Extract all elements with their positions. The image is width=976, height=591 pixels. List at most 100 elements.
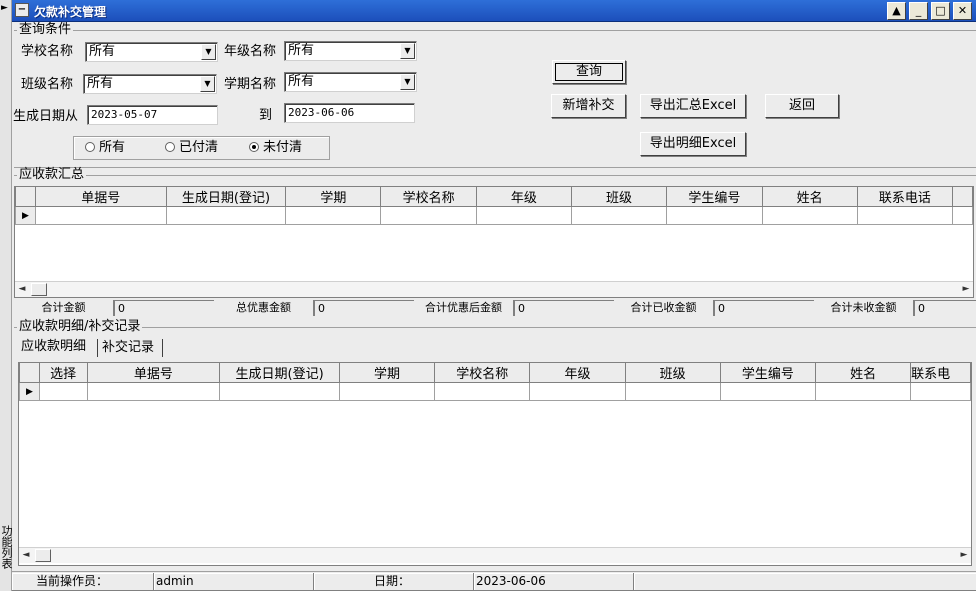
table-cell[interactable] (719, 382, 817, 401)
left-side-panel[interactable]: ► 功能列表 (0, 0, 13, 591)
back-button[interactable]: 返回 (765, 94, 839, 118)
window-title: 欠款补交管理 (34, 5, 107, 19)
scroll-right-icon[interactable]: ► (957, 548, 971, 563)
table-cell[interactable] (34, 206, 167, 225)
row-pointer-icon[interactable]: ▶ (15, 206, 36, 225)
table-cell[interactable] (219, 382, 340, 401)
table-cell[interactable] (86, 382, 221, 401)
column-header[interactable]: 单据号 (34, 187, 167, 207)
column-header[interactable]: 生成日期(登记) (219, 363, 340, 383)
column-header[interactable]: 年级 (529, 363, 626, 383)
grade-select-value: 所有 (288, 43, 315, 58)
chevron-down-icon[interactable]: ▼ (400, 43, 415, 59)
table-cell[interactable] (380, 206, 477, 225)
table-cell[interactable] (165, 206, 287, 225)
column-header[interactable]: 选择 (38, 363, 88, 383)
table-cell[interactable] (856, 206, 954, 225)
row-pointer-icon[interactable]: ▶ (19, 382, 40, 401)
scroll-right-icon[interactable]: ► (959, 282, 973, 297)
column-header[interactable]: 学校名称 (380, 187, 477, 207)
column-header[interactable]: 生成日期(登记) (165, 187, 287, 207)
table-cell[interactable] (952, 206, 973, 225)
query-button[interactable]: 查询 (552, 60, 626, 84)
maximize-button[interactable]: □ (931, 2, 950, 20)
tab-separator (162, 339, 163, 357)
export-detail-excel-button[interactable]: 导出明细Excel (640, 132, 746, 156)
chevron-down-icon[interactable]: ▼ (400, 74, 415, 90)
table-cell[interactable] (624, 382, 721, 401)
totals-bar: 合计金额 0 总优惠金额 0 合计优惠后金额 0 合计已收金额 0 合计未收金额… (14, 300, 976, 318)
column-header[interactable]: 学生编号 (719, 363, 817, 383)
scroll-left-icon[interactable]: ◄ (15, 282, 29, 297)
chevron-down-icon[interactable]: ▼ (200, 76, 215, 92)
school-select-value: 所有 (89, 44, 116, 59)
column-header[interactable]: 学生编号 (666, 187, 763, 207)
table-cell[interactable] (529, 382, 626, 401)
detail-grid-header: 选择 单据号 生成日期(登记) 学期 学校名称 年级 班级 学生编号 姓名 联系… (19, 363, 971, 383)
expand-arrow-icon[interactable]: ► (1, 3, 8, 13)
add-payment-button[interactable]: 新增补交 (551, 94, 626, 118)
summary-grid[interactable]: 单据号 生成日期(登记) 学期 学校名称 年级 班级 学生编号 姓名 联系电话 … (14, 186, 974, 298)
table-cell[interactable] (666, 206, 763, 225)
date-to-input[interactable]: 2023-06-06 (284, 103, 415, 123)
column-header[interactable]: 班级 (624, 363, 721, 383)
column-header[interactable]: 学校名称 (433, 363, 531, 383)
term-select[interactable]: 所有 ▼ (284, 72, 417, 92)
radio-all-dot (85, 142, 95, 152)
side-panel-label[interactable]: 功能列表 (0, 525, 13, 569)
scroll-left-icon[interactable]: ◄ (19, 548, 33, 563)
total-after-discount-label: 合计优惠后金额 (414, 300, 514, 316)
date-from-label: 生成日期从 (13, 109, 79, 124)
table-cell[interactable] (570, 206, 668, 225)
table-cell[interactable] (815, 382, 912, 401)
scroll-thumb[interactable] (31, 283, 47, 296)
class-label: 班级名称 (21, 77, 74, 92)
table-cell[interactable] (285, 206, 382, 225)
summary-horizontal-scrollbar[interactable]: ◄ ► (15, 281, 973, 297)
table-row[interactable]: ▶ (19, 382, 971, 401)
close-button[interactable]: ✕ (953, 2, 972, 20)
date-from-input[interactable]: 2023-05-07 (87, 105, 218, 125)
system-menu-icon[interactable]: − (15, 3, 29, 17)
table-cell[interactable] (338, 382, 436, 401)
school-label: 学校名称 (21, 44, 74, 59)
detail-horizontal-scrollbar[interactable]: ◄ ► (19, 547, 971, 563)
tab-receivable-detail[interactable]: 应收款明细 (21, 339, 86, 355)
total-received-value: 0 (714, 300, 814, 316)
table-cell[interactable] (433, 382, 531, 401)
query-group-title: 查询条件 (17, 22, 74, 37)
chevron-down-icon[interactable]: ▼ (201, 44, 216, 60)
table-cell[interactable] (910, 382, 971, 401)
radio-unpaid[interactable]: 未付清 (249, 140, 302, 156)
detail-grid[interactable]: 选择 单据号 生成日期(登记) 学期 学校名称 年级 班级 学生编号 姓名 联系… (18, 362, 972, 566)
column-header[interactable]: 学期 (285, 187, 382, 207)
class-select[interactable]: 所有 ▼ (83, 74, 217, 94)
term-label: 学期名称 (224, 77, 277, 92)
table-cell[interactable] (38, 382, 88, 401)
school-select[interactable]: 所有 ▼ (85, 42, 218, 62)
grade-select[interactable]: 所有 ▼ (284, 41, 417, 61)
table-row[interactable]: ▶ (15, 206, 973, 225)
radio-paid[interactable]: 已付清 (165, 140, 218, 156)
minimize-button[interactable]: _ (909, 2, 928, 20)
export-summary-label: 导出汇总Excel (649, 98, 737, 113)
scroll-up-icon[interactable]: ▲ (887, 2, 906, 20)
table-cell[interactable] (761, 206, 858, 225)
column-header[interactable]: 联系电 (910, 363, 971, 383)
status-empty-cell (634, 573, 976, 591)
grade-label: 年级名称 (224, 44, 277, 59)
column-header[interactable]: 班级 (570, 187, 668, 207)
tab-payment-records[interactable]: 补交记录 (102, 340, 154, 356)
column-header[interactable]: 姓名 (815, 363, 912, 383)
column-header[interactable]: 单据号 (86, 363, 221, 383)
total-amount-label: 合计金额 (14, 300, 114, 316)
table-cell[interactable] (475, 206, 573, 225)
radio-all[interactable]: 所有 (85, 140, 125, 156)
column-header[interactable]: 学期 (338, 363, 436, 383)
export-summary-excel-button[interactable]: 导出汇总Excel (640, 94, 746, 118)
scroll-thumb[interactable] (35, 549, 51, 562)
total-unreceived-value: 0 (914, 300, 976, 316)
column-header[interactable]: 姓名 (761, 187, 858, 207)
column-header[interactable]: 联系电话 (856, 187, 954, 207)
column-header[interactable]: 年级 (475, 187, 573, 207)
